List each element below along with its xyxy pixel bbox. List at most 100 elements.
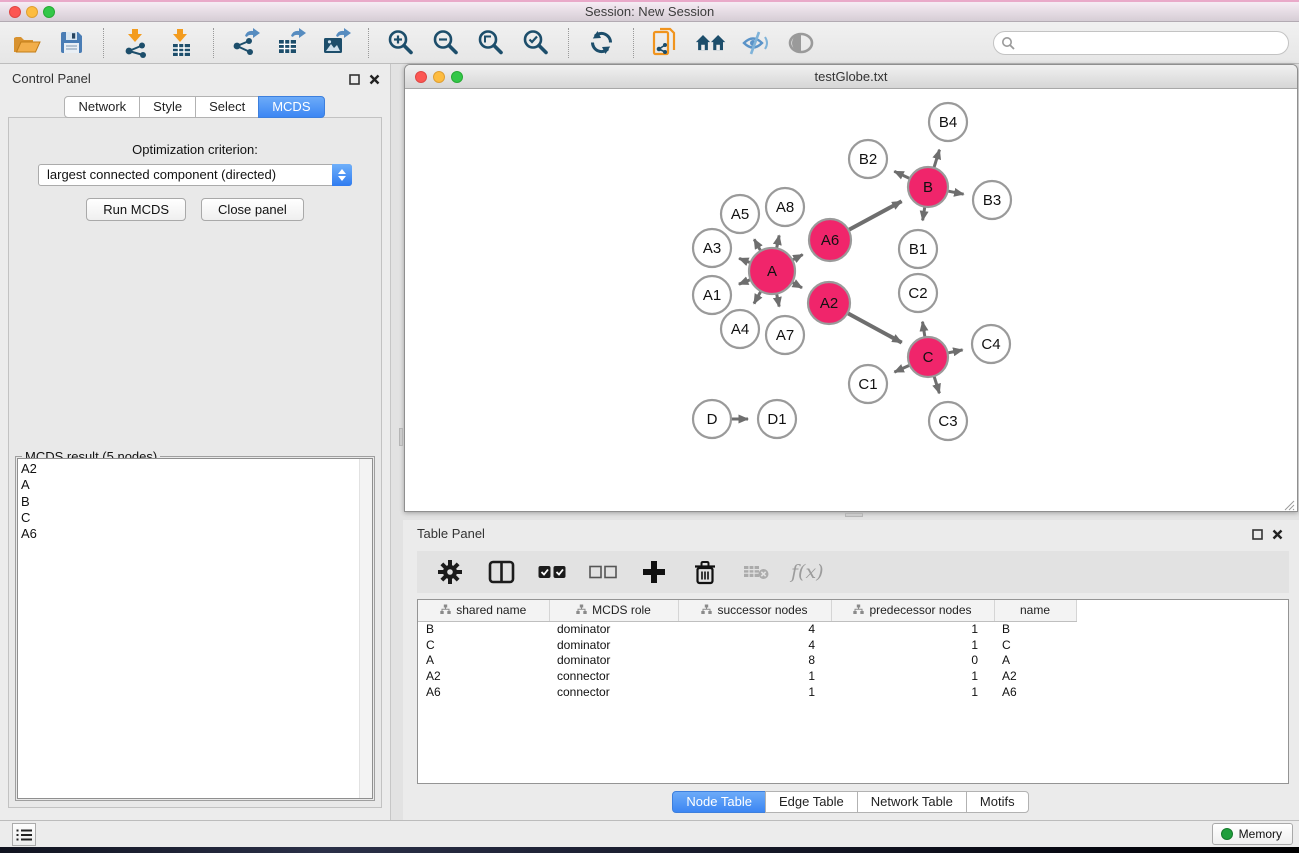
tab-network-table[interactable]: Network Table [857,791,967,813]
run-mcds-button[interactable]: Run MCDS [86,198,186,221]
column-header-shared-name[interactable]: shared name [418,600,549,621]
mcds-result-list[interactable]: A2ABCA6 [17,458,373,799]
zoom-in-icon[interactable] [385,27,417,59]
network-window-titlebar[interactable]: testGlobe.txt [405,65,1297,89]
node-A3[interactable]: A3 [693,229,731,267]
column-header-MCDS-role[interactable]: MCDS role [549,600,678,621]
tab-network[interactable]: Network [64,96,140,118]
edge-B-B3[interactable] [947,191,964,194]
node-A1[interactable]: A1 [693,276,731,314]
column-header-successor-nodes[interactable]: successor nodes [678,600,831,621]
node-A6[interactable]: A6 [809,219,851,261]
network-from-file-icon[interactable] [650,27,682,59]
node-A[interactable]: A [749,248,795,294]
column-header-name[interactable]: name [994,600,1076,621]
table-row[interactable]: Bdominator41B [418,621,1077,637]
close-view-button[interactable] [415,71,427,83]
node-C4[interactable]: C4 [972,325,1010,363]
table-row[interactable]: Adominator80A [418,652,1077,668]
edge-A-A5[interactable] [754,239,761,252]
edge-A-A7[interactable] [776,293,779,307]
zoom-window-button[interactable] [43,6,55,18]
node-C[interactable]: C [908,337,948,377]
edge-B-B2[interactable] [894,171,911,179]
zoom-out-icon[interactable] [430,27,462,59]
optimization-criterion-select[interactable]: largest connected component (directed) [38,164,352,186]
open-session-icon[interactable] [10,27,42,59]
close-panel-button[interactable]: Close panel [201,198,304,221]
show-graphics-icon[interactable] [785,27,817,59]
edge-B-B4[interactable] [934,150,940,169]
node-A2[interactable]: A2 [808,282,850,324]
edge-C-C3[interactable] [934,375,940,393]
edge-A6-B[interactable] [848,201,902,230]
mcds-result-item[interactable]: A [21,477,372,493]
edge-A-A8[interactable] [776,235,779,249]
edge-A-A4[interactable] [754,290,761,303]
node-C1[interactable]: C1 [849,365,887,403]
node-C3[interactable]: C3 [929,402,967,440]
node-B1[interactable]: B1 [899,230,937,268]
select-all-icon[interactable] [536,556,568,588]
table-row[interactable]: A2connector11A2 [418,668,1077,684]
splitter-handle[interactable] [399,428,403,446]
edge-C-C4[interactable] [947,350,963,353]
edge-B-B1[interactable] [923,206,925,221]
node-A8[interactable]: A8 [766,188,804,226]
edge-C-C1[interactable] [894,365,910,372]
minimize-window-button[interactable] [26,6,38,18]
edge-A2-C[interactable] [847,313,902,343]
node-A7[interactable]: A7 [766,316,804,354]
task-history-button[interactable] [12,823,36,846]
memory-button[interactable]: Memory [1212,823,1293,845]
float-panel-icon[interactable] [349,72,360,90]
delete-icon[interactable] [689,556,721,588]
tab-node-table[interactable]: Node Table [672,791,766,813]
splitter-handle[interactable] [845,513,863,517]
search-input[interactable] [993,31,1289,55]
add-column-icon[interactable] [638,556,670,588]
export-table-icon[interactable] [275,27,307,59]
column-header-predecessor-nodes[interactable]: predecessor nodes [831,600,994,621]
node-B3[interactable]: B3 [973,181,1011,219]
import-table-icon[interactable] [165,27,197,59]
tab-mcds[interactable]: MCDS [258,96,324,118]
scrollbar-track[interactable] [359,459,372,798]
table-row[interactable]: Cdominator41C [418,637,1077,653]
export-image-icon[interactable] [320,27,352,59]
save-session-icon[interactable] [55,27,87,59]
node-A4[interactable]: A4 [721,310,759,348]
zoom-selected-icon[interactable] [520,27,552,59]
close-panel-icon[interactable] [369,72,380,90]
network-graph[interactable]: B4B2BB3B1A5A8A6A3AA1A2C2A4A7C4CC1C3DD1 [405,90,1297,511]
network-canvas[interactable]: B4B2BB3B1A5A8A6A3AA1A2C2A4A7C4CC1C3DD1 [405,90,1297,511]
close-window-button[interactable] [9,6,21,18]
node-B4[interactable]: B4 [929,103,967,141]
float-panel-icon[interactable] [1252,527,1263,545]
mcds-result-item[interactable]: B [21,494,372,510]
gear-icon[interactable] [434,556,466,588]
node-C2[interactable]: C2 [899,274,937,312]
zoom-view-button[interactable] [451,71,463,83]
tab-motifs[interactable]: Motifs [966,791,1029,813]
mcds-result-item[interactable]: A6 [21,526,372,542]
close-panel-icon[interactable] [1272,527,1283,545]
import-network-icon[interactable] [120,27,152,59]
node-A5[interactable]: A5 [721,195,759,233]
tab-edge-table[interactable]: Edge Table [765,791,858,813]
home-neighbors-icon[interactable] [695,27,727,59]
deselect-all-icon[interactable] [587,556,619,588]
mcds-result-item[interactable]: C [21,510,372,526]
table-row[interactable]: A6connector11A6 [418,684,1077,700]
edge-C-C2[interactable] [923,322,926,339]
node-D1[interactable]: D1 [758,400,796,438]
delete-table-icon[interactable] [740,556,772,588]
node-D[interactable]: D [693,400,731,438]
function-builder-icon[interactable]: f(x) [791,561,824,583]
zoom-fit-icon[interactable] [475,27,507,59]
hide-graphics-icon[interactable] [740,27,772,59]
node-B[interactable]: B [908,167,948,207]
columns-icon[interactable] [485,556,517,588]
resize-grip-icon[interactable] [1285,501,1294,510]
tab-select[interactable]: Select [195,96,259,118]
